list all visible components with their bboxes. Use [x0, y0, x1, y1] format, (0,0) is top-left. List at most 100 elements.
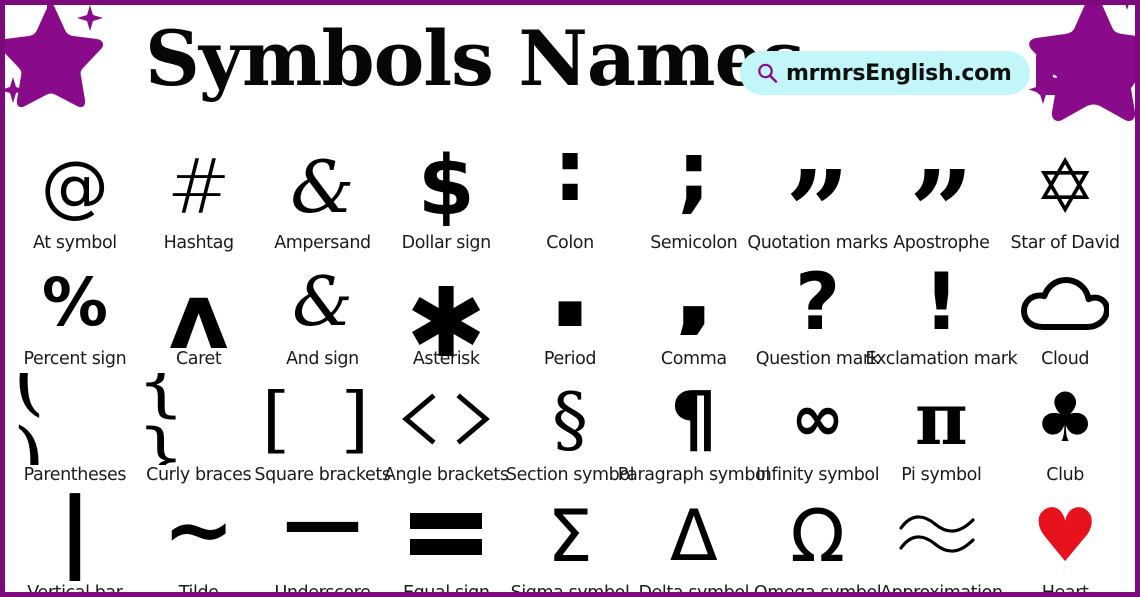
symbol-cell[interactable]: ✱ Asterisk	[384, 257, 508, 373]
symbol-label: Sigma symbol	[510, 583, 630, 597]
symbol-cell[interactable]: [ ] Square brackets	[254, 373, 390, 489]
symbol-cell[interactable]: $ Dollar sign	[384, 141, 508, 257]
symbol-cell[interactable]: ! Exclamation mark	[865, 257, 1017, 373]
symbol-cell[interactable]: ♥ Heart	[1003, 489, 1127, 592]
symbol-cell[interactable]: , Comma	[632, 243, 756, 373]
symbol-cell[interactable]: Ω Omega symbol	[753, 489, 882, 597]
percent-sign-icon: %	[41, 264, 108, 341]
symbol-cell[interactable]: ʌ Caret	[137, 257, 261, 373]
symbol-cell[interactable]: ✡ Star of David	[1003, 141, 1127, 257]
exclamation-mark-icon: !	[923, 258, 960, 348]
symbol-cell[interactable]: ∼ Tilde	[137, 487, 261, 597]
apostrophe-icon: ”	[909, 167, 974, 259]
and-sign-icon: &	[292, 263, 353, 342]
symbol-cell[interactable]: § Section symbol	[505, 373, 635, 489]
symbol-label: Tilde	[178, 583, 219, 597]
cloud-icon	[1003, 257, 1127, 349]
dollar-sign-icon: $	[417, 141, 475, 233]
symbol-label: Dollar sign	[401, 233, 492, 253]
symbol-label: Star of David	[1010, 233, 1121, 253]
symbol-cell[interactable]: ∞ Infinity symbol	[756, 373, 880, 489]
symbol-label: Pi symbol	[901, 465, 982, 485]
symbol-cell[interactable]: & And sign	[261, 257, 385, 373]
symbol-label: Underscore	[274, 583, 371, 597]
symbol-cell[interactable]: Σ Sigma symbol	[508, 489, 632, 597]
symbol-row: | Vertical bar ∼ Tilde — Underscore Equa…	[5, 482, 1135, 597]
at-symbol-icon: @	[40, 147, 109, 226]
section-symbol-icon: §	[552, 377, 589, 461]
vertical-bar-icon: |	[57, 487, 93, 581]
symbol-cell[interactable]: Approximation	[879, 489, 1003, 597]
symbol-label: Club	[1046, 465, 1084, 485]
symbol-cell[interactable]: ” Quotation marks	[747, 141, 888, 259]
paragraph-symbol-icon: ¶	[670, 376, 718, 462]
symbol-label: Section symbol	[505, 465, 635, 485]
symbol-label: Equal sign	[402, 583, 490, 597]
symbol-label: Percent sign	[23, 349, 127, 369]
caret-icon: ʌ	[168, 271, 229, 363]
symbol-label: Parentheses	[23, 465, 127, 485]
symbol-cell[interactable]: ( ) Parentheses	[13, 373, 137, 489]
colon-icon: :	[552, 125, 588, 217]
equal-sign-icon	[384, 487, 508, 581]
symbols-grid: @ At symbol # Hashtag & Ampersand $ Doll…	[5, 128, 1135, 597]
symbol-cell[interactable]: { } Curly braces	[137, 373, 261, 489]
symbol-cell[interactable]: π Pi symbol	[879, 373, 1003, 489]
symbol-label: Paragraph symbol	[617, 465, 770, 485]
symbol-cell[interactable]: ” Apostrophe	[879, 141, 1003, 259]
symbol-label: Vertical bar	[27, 583, 123, 597]
symbol-cell[interactable]: ¶ Paragraph symbol	[618, 373, 770, 489]
symbol-cell[interactable]: % Percent sign	[13, 257, 137, 373]
pi-symbol-icon: π	[915, 376, 968, 461]
symbol-row: ( ) Parentheses { } Curly braces [ ] Squ…	[5, 373, 1135, 489]
quotation-marks-icon: ”	[785, 167, 850, 259]
search-input[interactable]: mrmrsEnglish.com	[740, 51, 1030, 95]
symbol-cell[interactable]: & Ampersand	[261, 141, 385, 257]
symbol-cell[interactable]: ; Semicolon	[632, 130, 756, 257]
curly-braces-icon: { }	[136, 373, 196, 465]
angle-brackets-icon	[384, 373, 508, 465]
delta-symbol-icon: Δ	[669, 495, 718, 577]
symbol-cell[interactable]: Angle brackets	[383, 373, 509, 489]
symbol-label: Approximation	[880, 583, 1003, 597]
underscore-icon: —	[282, 475, 363, 568]
symbol-label: Question mark	[755, 349, 880, 369]
symbol-label: Delta symbol	[638, 583, 750, 597]
comma-icon: ,	[671, 243, 717, 335]
symbol-cell[interactable]: Cloud	[1003, 257, 1127, 373]
star-sparkle-icon	[5, 5, 109, 120]
asterisk-icon: ✱	[406, 277, 487, 369]
square-brackets-icon: [ ]	[261, 377, 383, 461]
symbol-cell[interactable]: — Underscore	[261, 482, 385, 597]
hashtag-icon: #	[166, 142, 231, 231]
symbol-cell[interactable]: # Hashtag	[137, 141, 261, 257]
symbol-cell[interactable]: Equal sign	[384, 487, 508, 597]
tilde-icon: ∼	[162, 483, 235, 577]
sigma-symbol-icon: Σ	[547, 494, 593, 578]
symbol-label: Exclamation mark	[865, 349, 1018, 369]
symbol-label: Infinity symbol	[755, 465, 880, 485]
semicolon-icon: ;	[676, 127, 711, 219]
symbol-label: At symbol	[33, 233, 117, 253]
question-mark-icon: ?	[794, 258, 841, 348]
symbol-label: Omega symbol	[753, 583, 882, 597]
infinity-symbol-icon: ∞	[790, 382, 845, 456]
search-button[interactable]: Search	[1035, 51, 1135, 95]
heart-icon: ♥	[1031, 493, 1099, 579]
period-icon: .	[545, 235, 595, 327]
symbol-cell[interactable]: ♣ Club	[1003, 373, 1127, 489]
symbol-cell[interactable]: ? Question mark	[756, 257, 880, 373]
symbol-label: Cloud	[1041, 349, 1090, 369]
symbol-cell[interactable]: . Period	[508, 235, 632, 373]
symbol-label: Angle brackets	[383, 465, 509, 485]
symbol-row: % Percent sign ʌ Caret & And sign ✱ Aste…	[5, 235, 1135, 373]
symbol-cell[interactable]: | Vertical bar	[13, 487, 137, 597]
ampersand-icon: &	[290, 145, 355, 229]
symbol-label: And sign	[286, 349, 359, 369]
symbols-names-page: Symbols Names mrmrsEnglish.com Search @ …	[0, 0, 1140, 597]
symbol-cell[interactable]: @ At symbol	[13, 141, 137, 257]
symbol-label: Ampersand	[274, 233, 371, 253]
symbol-cell[interactable]: Δ Delta symbol	[632, 489, 756, 597]
page-header: Symbols Names mrmrsEnglish.com Search	[5, 5, 1135, 135]
search-input-value: mrmrsEnglish.com	[786, 60, 1012, 86]
